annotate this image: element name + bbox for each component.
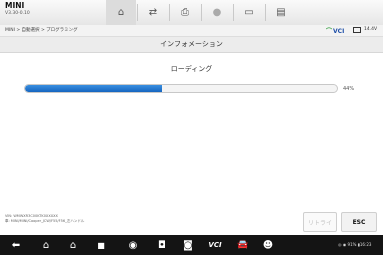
remote-support-icon[interactable]: ☻	[258, 235, 278, 255]
voltage-readout: 14.4V	[364, 27, 378, 32]
progress-percent: 44%	[343, 86, 355, 92]
progress-bar-fill	[25, 85, 163, 92]
data-logging-icon[interactable]: ▤	[266, 0, 296, 25]
home-icon[interactable]: ⌂	[106, 0, 136, 25]
breadcrumb-bar: MINI > 自動選択 > プログラミング ⌒VCI 14.4V	[0, 25, 383, 37]
retry-button[interactable]: リトライ	[303, 212, 337, 232]
browser-icon[interactable]: ◉	[123, 235, 143, 255]
android-home-icon[interactable]: ⌂	[36, 235, 56, 255]
battery-voltage-icon	[353, 27, 361, 33]
help-icon[interactable]: ●	[202, 0, 232, 25]
loading-label: ローディング	[170, 65, 213, 73]
vci-label: VCI	[333, 28, 345, 35]
recent-apps-icon[interactable]: ■	[91, 235, 111, 255]
system-navigation-bar: ⬅ ⌂ ⌂ ■ ◉ ◘ ◙ VCI 🚘 ☻ ◎ ◉ 91% ▮16:23	[0, 235, 383, 255]
vehicle-info: MINI V3.30-0.10	[5, 2, 30, 16]
top-toolbar: MINI V3.30-0.10 ⌂ ⇄ ⎙ ● ▭ ▤	[0, 0, 383, 26]
vehicle-home-icon[interactable]: ⌂	[63, 235, 83, 255]
printer-icon[interactable]: ⎙	[170, 0, 200, 25]
vci-icon[interactable]: VCI	[203, 235, 227, 255]
vehicle-path: 車: MINI/MINI/Cooper_JCW/F55/F56_左ハンドル	[5, 219, 85, 223]
system-status: ◎ ◉ 91% ▮16:23	[338, 242, 372, 247]
car-icon[interactable]: 🚘	[233, 235, 253, 255]
vci-connection-icon: ⌒	[326, 28, 333, 35]
vin-info: VIN: WMWXR3C00KTK0XXXXX	[5, 214, 58, 218]
display-icon[interactable]: ◙	[178, 235, 198, 255]
software-version: V3.30-0.10	[5, 10, 30, 16]
page-title: インフォメーション	[0, 37, 383, 53]
esc-button[interactable]: ESC	[341, 212, 377, 232]
progress-bar	[24, 84, 338, 93]
save-icon[interactable]: ▭	[234, 0, 264, 25]
camera-icon[interactable]: ◘	[152, 235, 172, 255]
vci-status: ⌒VCI	[326, 26, 344, 35]
vehicle-make: MINI	[5, 1, 25, 10]
back-icon[interactable]: ⬅	[6, 235, 26, 255]
vehicle-swap-icon[interactable]: ⇄	[138, 0, 168, 25]
breadcrumb: MINI > 自動選択 > プログラミング	[5, 28, 78, 33]
